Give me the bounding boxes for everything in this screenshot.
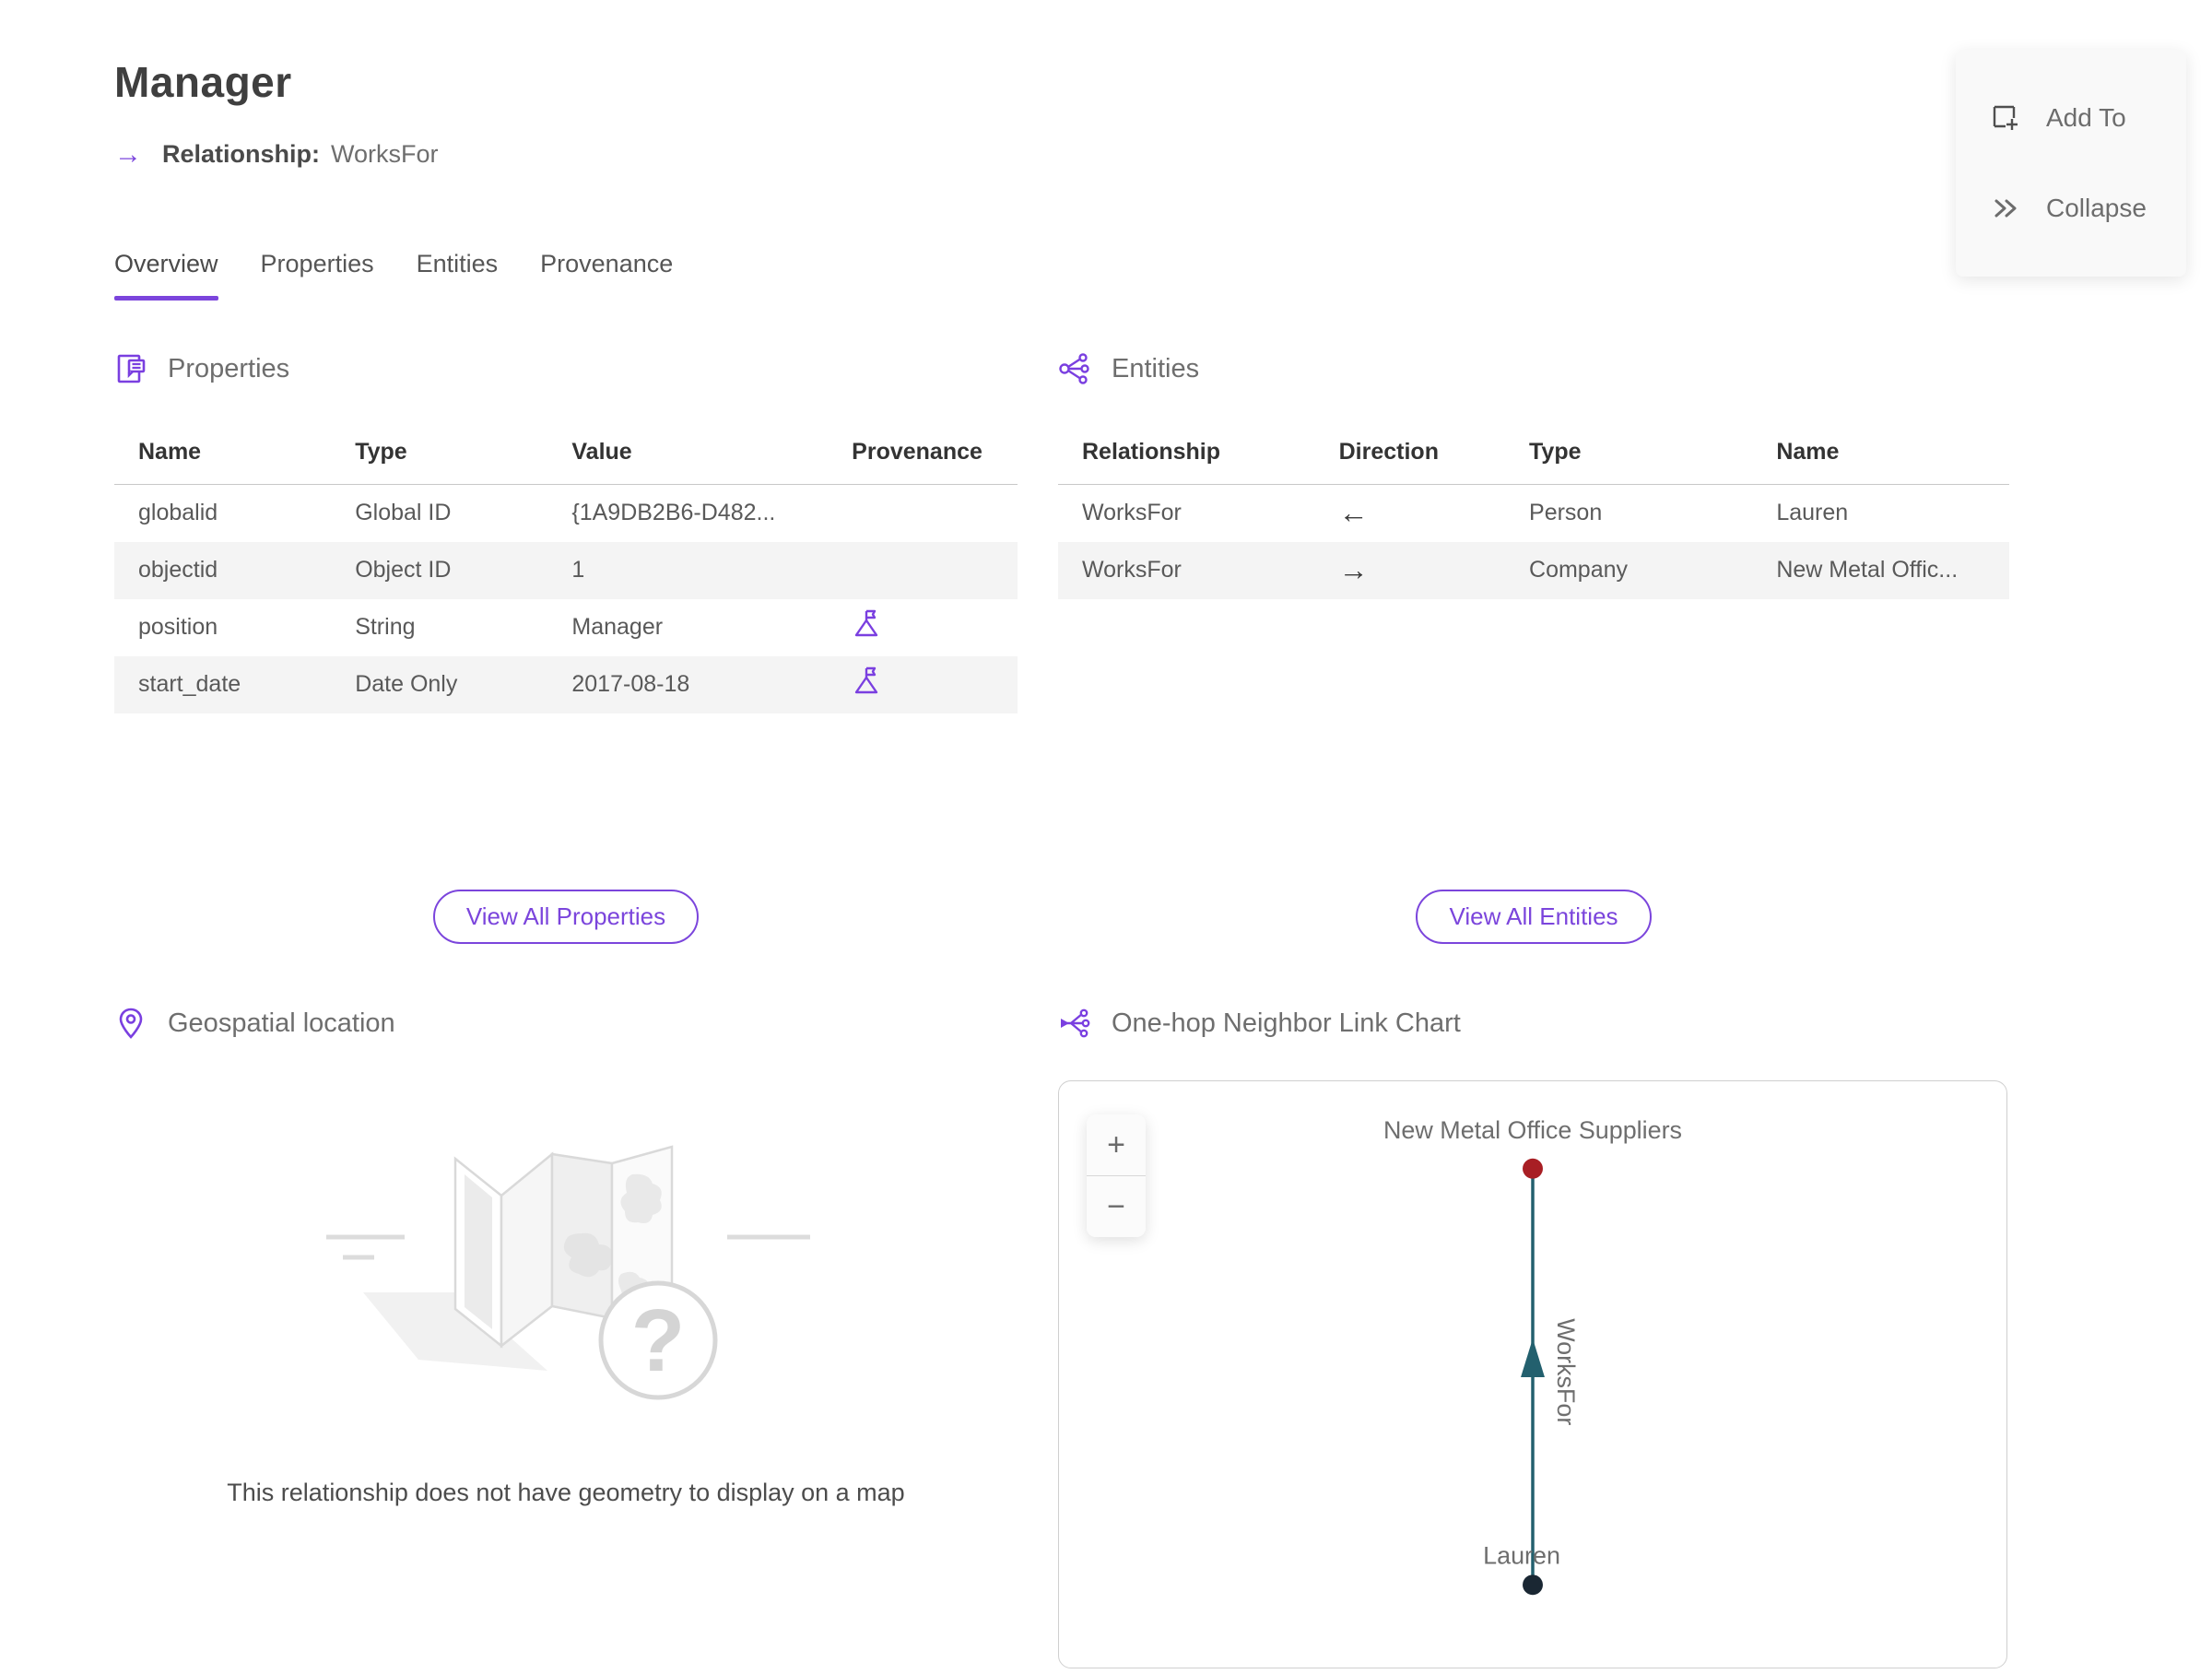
- col-header-name: Name: [114, 426, 332, 485]
- svg-text:?: ?: [631, 1291, 686, 1390]
- tab-properties[interactable]: Properties: [261, 250, 374, 301]
- property-name: objectid: [114, 541, 332, 599]
- entities-icon: [1058, 352, 1091, 385]
- edge-label: WorksFor: [1552, 1318, 1580, 1425]
- table-row: WorksFor ← Person Lauren: [1058, 485, 2009, 542]
- properties-table-header: Name Type Value Provenance: [114, 426, 1018, 485]
- properties-section-title: Properties: [168, 353, 290, 383]
- entities-section-header: Entities: [1058, 352, 2009, 385]
- add-to-button[interactable]: Add To: [1956, 81, 2186, 155]
- col-header-value: Value: [547, 426, 829, 485]
- relationship-type-value: WorksFor: [331, 140, 439, 168]
- edge-arrowhead-icon: [1521, 1338, 1545, 1377]
- property-provenance: [828, 599, 1018, 656]
- entity-direction: ←: [1315, 485, 1505, 542]
- relationship-label: Relationship:: [162, 140, 321, 168]
- view-all-properties-button[interactable]: View All Properties: [432, 890, 700, 944]
- properties-section: Properties Name Type Value Provenance gl…: [114, 352, 1018, 944]
- link-chart-icon: [1058, 1007, 1091, 1040]
- entity-relationship: WorksFor: [1082, 500, 1182, 526]
- property-value: 1: [547, 541, 829, 599]
- property-name: start_date: [114, 655, 332, 713]
- table-row: position String Manager: [114, 599, 1018, 656]
- property-type: Object ID: [331, 541, 548, 599]
- page-header: Manager → Relationship: WorksFor: [0, 0, 2212, 169]
- properties-table: Name Type Value Provenance globalid Glob…: [114, 426, 1018, 713]
- link-chart-canvas[interactable]: WorksFor New Metal Office Suppliers Laur…: [1058, 1080, 2007, 1668]
- geospatial-section: Geospatial location ? This relationship …: [114, 1007, 1018, 1668]
- actions-panel: Add To Collapse: [1956, 50, 2186, 277]
- col-header-type: Type: [331, 426, 548, 485]
- properties-section-header: Properties: [114, 352, 1018, 385]
- tab-overview[interactable]: Overview: [114, 250, 218, 301]
- collapse-chevrons-icon: [1989, 192, 2022, 225]
- overview-bottom-row: Geospatial location ? This relationship …: [114, 1007, 2212, 1668]
- entities-section-title: Entities: [1112, 353, 1200, 383]
- property-provenance: [828, 655, 1018, 713]
- property-provenance: [828, 485, 1018, 542]
- property-name: globalid: [138, 500, 218, 526]
- provenance-flag-icon[interactable]: [852, 666, 883, 697]
- property-value: Manager: [571, 614, 664, 640]
- person-node[interactable]: [1523, 1574, 1543, 1596]
- tab-provenance[interactable]: Provenance: [540, 250, 673, 301]
- geospatial-section-header: Geospatial location: [114, 1007, 1018, 1040]
- overview-top-row: Properties Name Type Value Provenance gl…: [114, 352, 2212, 944]
- link-chart-section: One-hop Neighbor Link Chart WorksFor New…: [1058, 1007, 2009, 1668]
- col-header-provenance: Provenance: [828, 426, 1018, 485]
- direction-left-arrow-icon: ←: [1338, 496, 1369, 530]
- entity-relationship: WorksFor: [1058, 541, 1315, 599]
- link-chart-section-title: One-hop Neighbor Link Chart: [1112, 1008, 1461, 1038]
- property-type: Global ID: [355, 500, 452, 526]
- entity-type: Company: [1505, 541, 1753, 599]
- property-name: position: [138, 614, 218, 640]
- entity-name-link[interactable]: Lauren: [1752, 485, 2009, 542]
- property-type: String: [355, 614, 416, 640]
- collapse-label: Collapse: [2046, 194, 2147, 222]
- relationship-detail-page: Manager → Relationship: WorksFor Add To: [0, 0, 2212, 1674]
- node-label-person: Lauren: [1483, 1541, 1560, 1569]
- entities-table-header: Relationship Direction Type Name: [1058, 426, 2009, 485]
- col-header-relationship: Relationship: [1058, 426, 1315, 485]
- view-all-entities-button[interactable]: View All Entities: [1416, 890, 1652, 944]
- zoom-controls: + −: [1087, 1114, 1146, 1237]
- entities-table: Relationship Direction Type Name WorksFo…: [1058, 426, 2009, 599]
- add-to-label: Add To: [2046, 103, 2126, 132]
- property-type: Date Only: [331, 655, 548, 713]
- property-value: 2017-08-18: [547, 655, 829, 713]
- properties-icon: [114, 352, 147, 385]
- col-header-type: Type: [1505, 426, 1753, 485]
- geospatial-section-title: Geospatial location: [168, 1008, 395, 1038]
- page-title: Manager: [114, 58, 292, 106]
- col-header-name: Name: [1752, 426, 2009, 485]
- entity-name-link[interactable]: New Metal Offic...: [1752, 541, 2009, 599]
- zoom-out-button[interactable]: −: [1087, 1176, 1146, 1237]
- one-hop-graph: WorksFor New Metal Office Suppliers Laur…: [1383, 1116, 1682, 1596]
- tab-bar: Overview Properties Entities Provenance: [114, 250, 2212, 301]
- table-row: start_date Date Only 2017-08-18: [114, 655, 1018, 713]
- breadcrumb: → Relationship: WorksFor: [114, 140, 2212, 169]
- table-row: WorksFor → Company New Metal Offic...: [1058, 541, 2009, 599]
- col-header-direction: Direction: [1314, 426, 1506, 485]
- table-row: objectid Object ID 1: [114, 541, 1018, 599]
- map-placeholder-illustration: ?: [114, 1099, 1018, 1421]
- table-row: globalid Global ID {1A9DB2B6-D482...: [114, 485, 1018, 542]
- entity-type: Person: [1529, 500, 1603, 526]
- tab-entities[interactable]: Entities: [417, 250, 499, 301]
- link-chart-section-header: One-hop Neighbor Link Chart: [1058, 1007, 2009, 1040]
- company-node[interactable]: [1523, 1158, 1543, 1179]
- property-provenance: [828, 541, 1018, 599]
- provenance-flag-icon[interactable]: [852, 608, 883, 640]
- add-to-icon: [1989, 101, 2022, 135]
- relationship-arrow-icon: →: [114, 138, 142, 170]
- zoom-in-button[interactable]: +: [1087, 1114, 1146, 1175]
- direction-right-arrow-icon: →: [1338, 553, 1369, 586]
- collapse-button[interactable]: Collapse: [1956, 171, 2186, 245]
- map-pin-icon: [114, 1007, 147, 1040]
- node-label-company: New Metal Office Suppliers: [1383, 1116, 1682, 1144]
- entities-section: Entities Relationship Direction Type Nam…: [1058, 352, 2009, 944]
- property-value: {1A9DB2B6-D482...: [571, 500, 776, 526]
- geometry-empty-message: This relationship does not have geometry…: [227, 1479, 905, 1506]
- entity-direction: →: [1314, 541, 1506, 599]
